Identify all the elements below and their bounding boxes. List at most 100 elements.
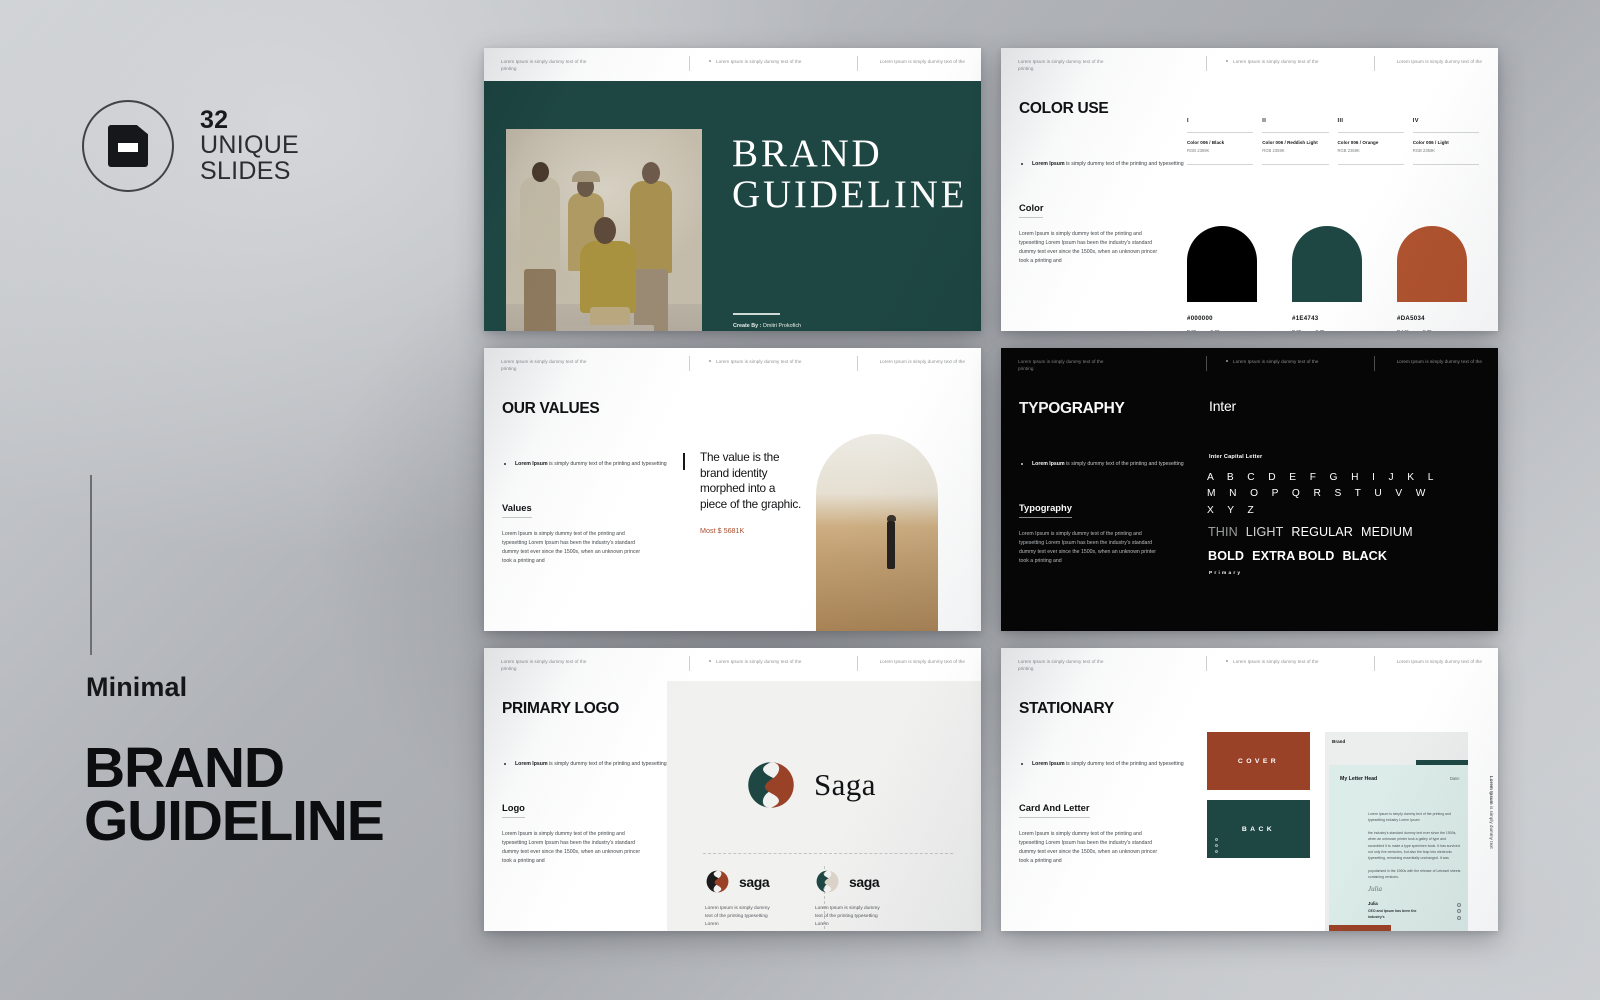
badge-circle [82,100,174,192]
badge-line-1: UNIQUE [200,131,300,160]
quote-bar [683,453,685,470]
values-metric: Most $ 5681K [700,526,745,536]
variant-wordmark: saga [739,873,770,890]
values-quote-block: The value is the brand identity morphed … [683,450,805,536]
back-card-label: BACK [1241,825,1276,833]
primary-logo-lockup: Saga [745,759,876,811]
stationary-left-column: STATIONARY Lorem Ipsum is simply dummy t… [1019,700,1194,866]
alphabet-row-3: X Y Z [1207,504,1260,516]
primary-wordmark: Saga [814,767,876,802]
color-swatch-block: #000000 R 00G 00B 00 C 00M 00Y 00K 00 [1187,226,1283,331]
slide-title-heading-line-2: GUIDELINE [732,173,968,217]
slide-header-sep-1 [1206,656,1207,671]
page-title: OUR VALUES [502,400,600,417]
slide-primary-logo[interactable]: Lorem Ipsum is simply dummy text of the … [484,648,981,931]
color-use-bullet: Lorem Ipsum is simply dummy text of the … [1019,160,1194,168]
group-photo [506,129,702,331]
color-name: Color 006 / Light [1412,140,1449,145]
logo-variant-2: saga Lorem Ipsum is simply dummy text of… [815,869,975,929]
font-weight-sample: LIGHT [1245,525,1284,539]
slide-header-sep-2 [1374,56,1375,71]
slide-header-col-3: Lorem Ipsum is simply dummy text of the [879,659,965,664]
slide-color-use[interactable]: Lorem Ipsum is simply dummy text of the … [1001,48,1498,331]
slide-header-col-1: Lorem Ipsum is simply dummy text of the … [1018,59,1104,72]
logo-showcase-panel: Saga saga Lorem Ipsum is simply dummy te… [667,681,981,931]
font-weight-sample: MEDIUM [1360,525,1413,539]
color-hex: #000000 [1187,315,1213,322]
badge-count: 32 [200,105,229,134]
typography-paragraph: Lorem Ipsum is simply dummy text of the … [1019,531,1156,565]
letter-paragraph-2: the industry's standard dummy text ever … [1368,831,1460,860]
color-rgb-values: R 00G 00B 00 [1187,328,1196,331]
stationary-vertical-note: Lorem Ipsum is simply dummy text [1489,776,1494,849]
slide-header: Lorem Ipsum is simply dummy text of the … [1001,48,1498,81]
color-rgb-values: R 30G 71B 67 [1292,328,1301,331]
page-title: TYPOGRAPHY [1019,400,1125,417]
slide-our-values[interactable]: Lorem Ipsum is simply dummy text of the … [484,348,981,631]
slide-header-sep-1 [689,356,690,371]
created-by: Create By : Dmitri Prokofich [733,323,801,329]
slide-header-col-1: Lorem Ipsum is simply dummy text of the … [1018,659,1104,672]
color-spec-column: III Color 006 / Orange RGB 2359K [1337,118,1404,165]
values-subhead: Values [502,502,532,519]
slide-header-sep-2 [857,56,858,71]
font-weight-sample: THIN [1208,525,1238,539]
variant-caption: Lorem Ipsum is simply dummy text of the … [705,906,770,928]
color-roman: IV [1412,118,1419,124]
badge-line-2: SLIDES [200,156,291,185]
color-use-paragraph: Lorem Ipsum is simply dummy text of the … [1019,231,1158,265]
color-spec-column: IV Color 006 / Light RGB 2359K [1412,118,1479,165]
font-weight-sample: EXTRA BOLD [1252,549,1335,564]
slide-title-heading-line-1: BRAND [732,132,883,175]
slide-title-heading: BRAND GUIDELINE [732,133,967,216]
values-quote: The value is the brand identity morphed … [700,450,801,511]
values-paragraph: Lorem Ipsum is simply dummy text of the … [502,531,641,565]
color-hex: #1E4743 [1292,315,1319,322]
slide-header-sep-2 [1374,356,1375,371]
color-roman: III [1337,118,1344,124]
values-left-column: OUR VALUES Lorem Ipsum is simply dummy t… [502,400,677,566]
color-rgb-label: RGB 2359K [1262,148,1285,153]
created-by-label: Create By : [733,323,762,329]
saga-mark-icon [748,762,794,808]
values-bullet: Lorem Ipsum is simply dummy text of the … [502,460,677,468]
alphabet-specimen: A B C D E F G H I J K L M N O P Q R S T … [1207,470,1447,519]
primary-label: Primary [1209,571,1243,576]
back-card-dots-icon [1215,838,1219,855]
unique-slides-badge: 32 UNIQUE SLIDES [82,100,299,192]
color-swatch [1397,226,1467,302]
slide-header: Lorem Ipsum is simply dummy text of the … [484,648,981,681]
alphabet-row-2: M N O P Q R S T U V W [1207,488,1431,500]
color-name: Color 006 / Orange [1337,140,1379,145]
letter-social-icons [1457,902,1461,922]
typography-subhead: Typography [1019,502,1072,519]
letterhead-mockup: Brand My Letter Head Date: Lorem Ipsum i… [1325,732,1468,931]
variant-caption: Lorem Ipsum is simply dummy text of the … [815,906,880,928]
slide-header-col-1: Lorem Ipsum is simply dummy text of the … [501,659,587,672]
font-weight-sample: BOLD [1208,549,1245,564]
slide-header-col-3: Lorem Ipsum is simply dummy text of the [1396,59,1482,64]
vertical-divider [90,475,92,655]
typography-bullet: Lorem Ipsum is simply dummy text of the … [1019,460,1194,468]
color-use-subhead: Color [1019,202,1044,219]
promo-kicker: Minimal [86,672,188,702]
letter-signer-role: CEO and Ipsum has been the industry's [1368,909,1417,919]
font-weight-sample: REGULAR [1291,525,1353,539]
promo-title-line-1: BRAND [84,736,285,800]
color-cmyk-values: C 00M 00Y 00K 00 [1210,328,1220,331]
paper-red-bar [1329,925,1391,931]
slide-typography[interactable]: Lorem Ipsum is simply dummy text of the … [1001,348,1498,631]
slide-header-col-2: Lorem Ipsum is simply dummy text of the [709,58,811,65]
color-hex: #DA5034 [1397,315,1425,322]
slide-stationary[interactable]: Lorem Ipsum is simply dummy text of the … [1001,648,1498,931]
slide-header-sep-2 [857,356,858,371]
slide-header-sep-1 [689,656,690,671]
slide-title[interactable]: Lorem Ipsum is simply dummy text of the … [484,48,981,331]
slide-header: Lorem Ipsum is simply dummy text of the … [484,48,981,81]
badge-text: 32 UNIQUE SLIDES [200,105,300,185]
slide-header-col-2: Lorem Ipsum is simply dummy text of the [1226,658,1328,665]
promo-panel: 32 UNIQUE SLIDES Minimal BRAND GUIDELINE [0,0,470,1000]
capital-letters-label: Inter Capital Letter [1209,454,1263,460]
color-rgb-values: R 142G 66B 24 [1397,328,1408,331]
slide-header-col-3: Lorem Ipsum is simply dummy text of the [879,59,965,64]
